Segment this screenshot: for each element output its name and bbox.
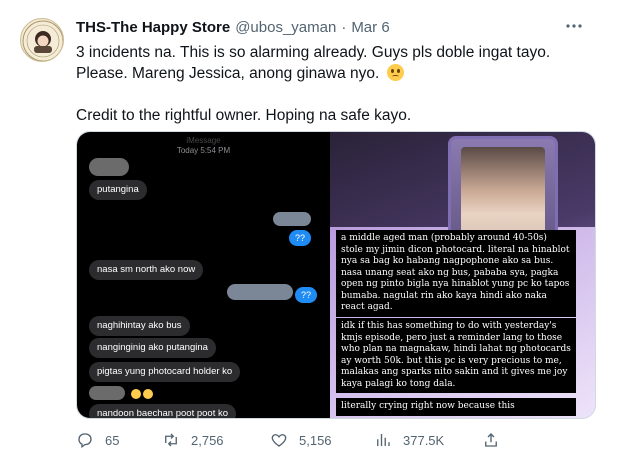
more-options-icon[interactable] (564, 16, 584, 36)
tweet-header: THS-The Happy Store @ubos_yaman · Mar 6 (76, 16, 390, 38)
views-count: 377.5K (403, 432, 445, 448)
chat-screenshot[interactable]: iMessage Today 5:54 PM putangina ?? nasa… (77, 132, 330, 418)
photocard-photo[interactable]: a middle aged man (probably around 40-50… (330, 132, 595, 418)
tweet-media[interactable]: iMessage Today 5:54 PM putangina ?? nasa… (76, 131, 596, 419)
chat-message: nandoon baechan poot poot ko (89, 404, 237, 418)
tweet-text: 3 incidents na. This is so alarming alre… (76, 42, 596, 126)
tweet-line-3: Credit to the rightful owner. Hoping na … (76, 107, 412, 124)
chat-header: iMessage Today 5:54 PM (77, 136, 330, 156)
chat-service-label: iMessage (186, 136, 221, 145)
views-chart-icon (377, 434, 390, 446)
chat-timestamp: Today 5:54 PM (176, 146, 231, 155)
outgoing-message: ?? (295, 287, 318, 303)
share-button[interactable] (482, 428, 511, 452)
chat-message: putangina (89, 180, 147, 200)
redacted-outgoing-message (273, 212, 311, 226)
photo-caption-1: a middle aged man (probably around 40-50… (336, 230, 576, 317)
chat-message: pigtas yung photocard holder ko (89, 362, 241, 382)
retweet-count: 2,756 (191, 432, 224, 448)
action-bar: 65 2,756 5,156 377.5K (76, 428, 596, 452)
sad-face-emoji-icon (143, 389, 153, 399)
retweet-icon (165, 433, 177, 447)
author-name[interactable]: THS-The Happy Store (76, 19, 230, 36)
heart-icon (271, 434, 287, 447)
retweet-button[interactable]: 2,756 (162, 428, 224, 452)
tweet: THS-The Happy Store @ubos_yaman · Mar 6 … (0, 0, 623, 465)
tweet-line-2: Please. Mareng Jessica, anong ginawa nyo… (76, 63, 596, 84)
like-count: 5,156 (299, 432, 332, 448)
chat-message: nasa sm north ako now (89, 260, 204, 280)
redacted-message (89, 158, 129, 176)
tweet-line-1: 3 incidents na. This is so alarming alre… (76, 44, 551, 61)
reply-count: 65 (105, 432, 120, 448)
redacted-message (89, 386, 125, 400)
share-icon (485, 433, 497, 447)
views-button[interactable]: 377.5K (374, 428, 444, 452)
avatar[interactable] (20, 18, 64, 62)
separator-dot: · (341, 18, 347, 36)
store-logo-icon (22, 20, 63, 61)
chat-message: naghihintay ako bus (89, 316, 190, 336)
redacted-outgoing-message (227, 284, 293, 300)
chat-message: nanginginig ako putangina (89, 338, 216, 358)
like-button[interactable]: 5,156 (270, 428, 332, 452)
frowning-face-emoji-icon (386, 64, 404, 81)
tweet-date[interactable]: Mar 6 (351, 19, 389, 36)
photocard-image (461, 147, 545, 243)
author-handle[interactable]: @ubos_yaman (235, 19, 336, 36)
reply-icon (78, 433, 92, 449)
photo-caption-2: idk if this has something to do with yes… (336, 318, 576, 393)
reply-button[interactable]: 65 (76, 428, 119, 452)
tweet-line-2-text: Please. Mareng Jessica, anong ginawa nyo… (76, 65, 380, 82)
sad-face-emoji-icon (131, 389, 141, 399)
photo-caption-3: literally crying right now because this (336, 398, 576, 416)
outgoing-message: ?? (289, 230, 312, 246)
